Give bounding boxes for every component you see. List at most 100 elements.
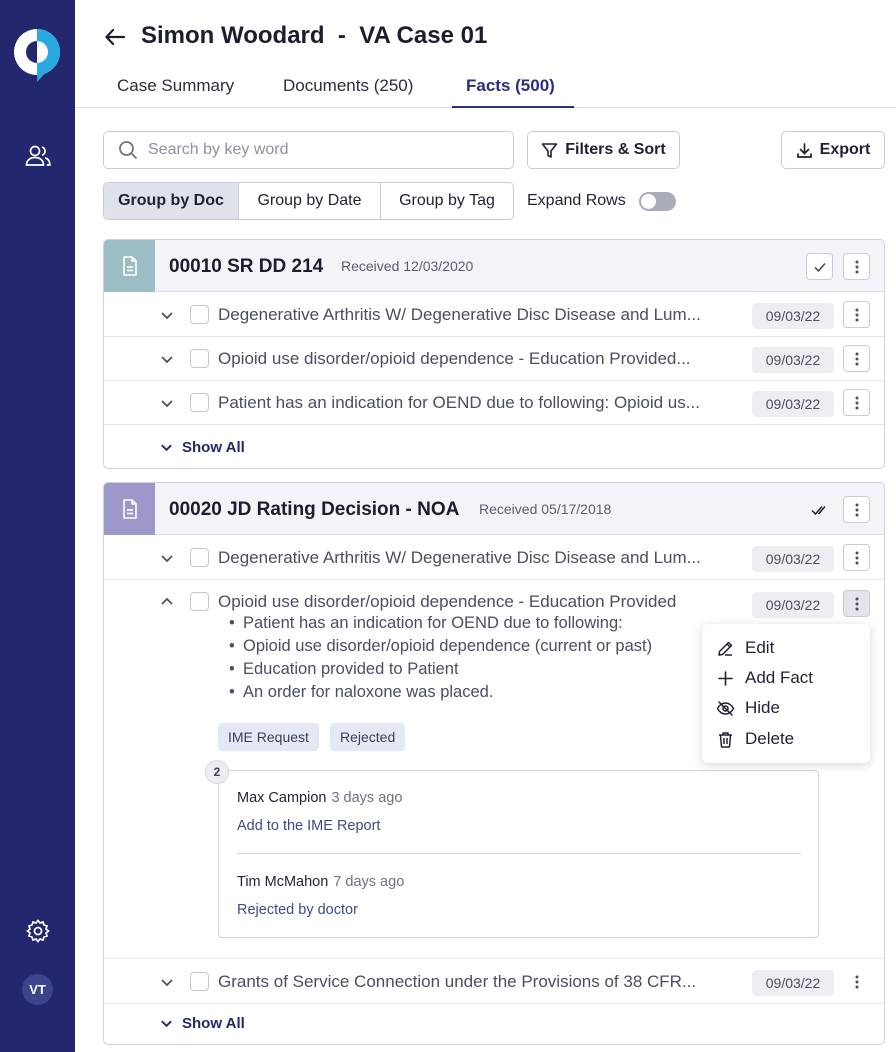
fact-more-button-active[interactable] — [843, 590, 870, 617]
fact-row[interactable]: Grants of Service Connection under the P… — [104, 960, 884, 1004]
fact-date-badge: 09/03/22 — [752, 391, 834, 417]
fact-more-button[interactable] — [843, 544, 870, 571]
fact-more-button[interactable] — [843, 345, 870, 372]
fact-text: Degenerative Arthritis W/ Degenerative D… — [218, 305, 701, 324]
fact-checkbox[interactable] — [190, 393, 209, 412]
kebab-menu-icon — [855, 396, 858, 409]
fact-checkbox[interactable] — [190, 972, 209, 991]
comment-time: 3 days ago — [331, 790, 403, 806]
document-card: 00020 JD Rating Decision - NOA Received … — [103, 482, 885, 1045]
document-title: 00010 SR DD 214 — [169, 256, 324, 277]
fact-checkbox[interactable] — [190, 305, 209, 324]
comment-header: Tim McMahon 7 days ago — [237, 874, 404, 890]
tab-bar: Case Summary Documents (250) Facts (500) — [0, 64, 896, 108]
menu-item-label: Add Fact — [745, 668, 814, 687]
comments-panel: Max Campion 3 days ago Add to the IME Rep… — [218, 770, 819, 938]
kebab-menu-icon — [855, 260, 858, 273]
comment-header: Max Campion 3 days ago — [237, 790, 402, 806]
fact-text: Opioid use disorder/opioid dependence - … — [218, 349, 691, 368]
fact-more-button[interactable] — [843, 389, 870, 416]
group-by-date-option[interactable]: Group by Date — [239, 183, 381, 219]
filters-sort-button[interactable]: Filters & Sort — [527, 131, 680, 169]
tab-case-summary[interactable]: Case Summary — [117, 76, 234, 96]
menu-item-add-fact[interactable]: Add Fact — [716, 665, 813, 691]
fact-row[interactable]: Degenerative Arthritis W/ Degenerative D… — [104, 293, 884, 337]
fact-context-menu: Edit Add Fact Hide Delete — [702, 624, 870, 763]
kebab-menu-icon — [855, 551, 858, 564]
check-icon — [813, 262, 826, 272]
fact-date-badge: 09/03/22 — [752, 592, 834, 618]
fact-more-button[interactable] — [843, 301, 870, 328]
document-icon-box — [104, 240, 155, 292]
back-arrow-icon[interactable] — [103, 25, 127, 49]
chevron-down-icon[interactable] — [159, 550, 175, 566]
tag-chip[interactable]: Rejected — [330, 723, 406, 751]
show-all-label: Show All — [182, 439, 245, 456]
document-more-button[interactable] — [843, 253, 870, 280]
page-title: Simon Woodard - VA Case 01 — [141, 22, 488, 49]
settings-gear-icon[interactable] — [24, 917, 52, 945]
comment-body: Rejected by doctor — [237, 902, 358, 918]
approved-status-button[interactable] — [806, 496, 833, 523]
fact-detail-item: Patient has an indication for OEND due t… — [229, 612, 652, 635]
menu-item-delete[interactable]: Delete — [716, 726, 794, 752]
menu-item-hide[interactable]: Hide — [716, 695, 780, 721]
kebab-menu-icon — [855, 975, 858, 988]
fact-checkbox[interactable] — [190, 548, 209, 567]
fact-checkbox[interactable] — [190, 349, 209, 368]
fact-text: Patient has an indication for OEND due t… — [218, 393, 700, 412]
fact-details-list: Patient has an indication for OEND due t… — [229, 612, 652, 704]
export-button[interactable]: Export — [781, 131, 885, 169]
document-more-button[interactable] — [843, 496, 870, 523]
show-all-button[interactable]: Show All — [159, 439, 245, 456]
sidebar: VT — [0, 0, 75, 1052]
search-icon — [119, 141, 138, 160]
fact-date-badge: 09/03/22 — [752, 347, 834, 373]
trash-icon — [719, 731, 732, 748]
fact-checkbox[interactable] — [190, 592, 209, 611]
expand-rows-toggle[interactable] — [639, 192, 676, 211]
menu-item-edit[interactable]: Edit — [716, 635, 774, 661]
tag-chip[interactable]: IME Request — [218, 723, 319, 751]
tab-documents[interactable]: Documents (250) — [283, 76, 413, 96]
document-header: 00020 JD Rating Decision - NOA Received … — [104, 483, 884, 535]
fact-text: Degenerative Arthritis W/ Degenerative D… — [218, 548, 701, 567]
comment-body: Add to the IME Report — [237, 818, 381, 834]
fact-date-badge: 09/03/22 — [752, 970, 834, 996]
show-all-label: Show All — [182, 1015, 245, 1032]
chevron-down-icon[interactable] — [159, 307, 175, 323]
kebab-menu-icon — [855, 503, 858, 516]
user-avatar[interactable]: VT — [22, 974, 53, 1005]
users-icon[interactable] — [24, 142, 52, 170]
document-card: 00010 SR DD 214 Received 12/03/2020 Dege… — [103, 239, 885, 469]
search-input[interactable] — [148, 141, 488, 159]
active-tab-indicator — [452, 106, 574, 108]
fact-row[interactable]: Opioid use disorder/opioid dependence - … — [104, 337, 884, 381]
chevron-down-icon[interactable] — [159, 395, 175, 411]
plus-icon — [718, 670, 733, 686]
document-icon — [122, 499, 137, 519]
download-icon — [796, 142, 812, 158]
eye-off-icon — [716, 700, 735, 716]
comment-count-badge: 2 — [205, 760, 229, 784]
document-received-date: Received 12/03/2020 — [341, 258, 474, 274]
chevron-up-icon[interactable] — [159, 594, 175, 610]
group-by-tag-option[interactable]: Group by Tag — [381, 183, 513, 219]
fact-detail-item: An order for naloxone was placed. — [229, 681, 652, 704]
approve-document-button[interactable] — [806, 253, 833, 280]
group-by-segmented-control: Group by Doc Group by Date Group by Tag — [103, 182, 514, 220]
document-header: 00010 SR DD 214 Received 12/03/2020 — [104, 240, 884, 292]
chevron-down-icon[interactable] — [159, 351, 175, 367]
fact-text: Grants of Service Connection under the P… — [218, 972, 697, 991]
show-all-button[interactable]: Show All — [159, 1015, 245, 1032]
fact-row[interactable]: Patient has an indication for OEND due t… — [104, 381, 884, 425]
document-icon — [122, 256, 137, 276]
tab-facts[interactable]: Facts (500) — [466, 76, 555, 96]
fact-more-button[interactable] — [843, 968, 870, 995]
group-by-doc-option[interactable]: Group by Doc — [104, 183, 239, 219]
chevron-down-icon — [161, 444, 172, 452]
comment-author: Tim McMahon — [237, 874, 329, 890]
chevron-down-icon[interactable] — [159, 974, 175, 990]
kebab-menu-icon — [855, 308, 858, 321]
fact-row[interactable]: Degenerative Arthritis W/ Degenerative D… — [104, 536, 884, 580]
